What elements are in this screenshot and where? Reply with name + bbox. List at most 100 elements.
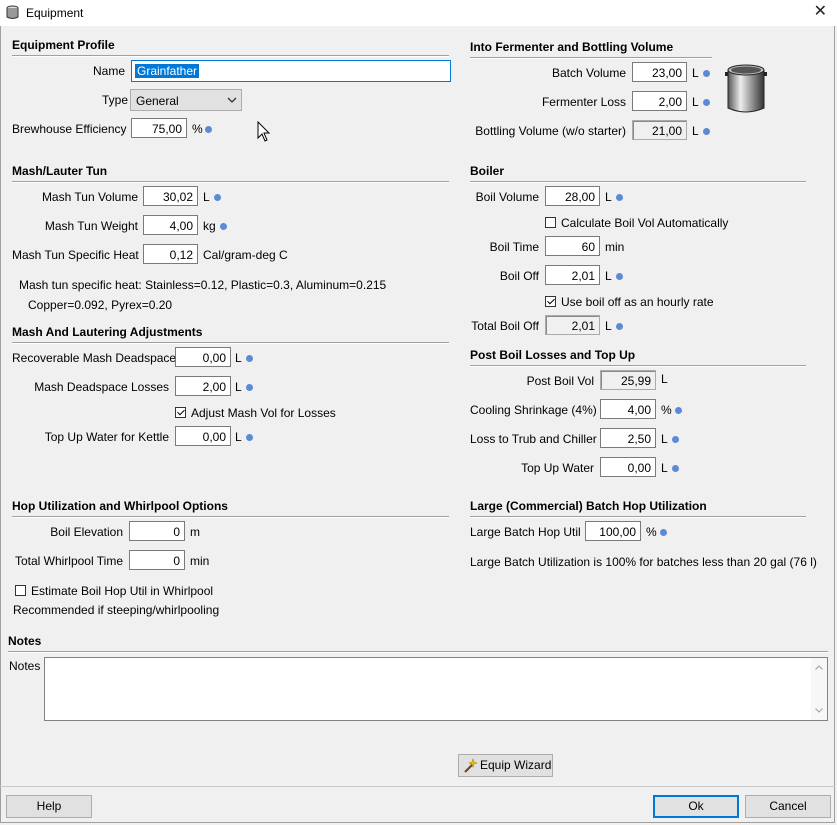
kettle-app-icon <box>6 5 19 19</box>
efficiency-input[interactable]: 75,00 <box>131 118 187 138</box>
mash-tun-weight-input[interactable]: 4,00 <box>143 215 198 235</box>
fermenter-loss-input[interactable]: 2,00 <box>632 91 687 111</box>
trub-chiller-info-icon[interactable] <box>672 436 679 443</box>
batch-volume-input[interactable]: 23,00 <box>632 62 687 82</box>
large-batch-util-info-icon[interactable] <box>660 529 667 536</box>
name-input[interactable]: Grainfather <box>131 60 451 82</box>
kettle-icon <box>725 64 767 113</box>
large-batch-util-label: Large Batch Hop Util <box>470 525 581 539</box>
section-boiler: Boiler <box>470 164 806 182</box>
calc-boil-vol-checkbox[interactable] <box>545 217 556 228</box>
topup-kettle-input[interactable]: 0,00 <box>175 426 231 446</box>
hourly-rate-label: Use boil off as an hourly rate <box>561 295 714 309</box>
chevron-down-icon <box>227 97 237 103</box>
bottling-volume-label: Bottling Volume (w/o starter) <box>475 124 626 138</box>
bottling-volume-field: 21,00 <box>632 120 687 140</box>
mash-tun-weight-info-icon[interactable] <box>220 223 227 230</box>
mash-tun-weight-unit: kg <box>203 219 216 233</box>
scroll-up-icon[interactable] <box>815 665 823 670</box>
estimate-whirlpool-label: Estimate Boil Hop Util in Whirlpool <box>31 584 214 598</box>
whirlpool-time-unit: min <box>190 554 210 568</box>
type-value: General <box>136 94 179 108</box>
topup-kettle-label: Top Up Water for Kettle <box>44 430 169 444</box>
name-value: Grainfather <box>135 64 200 78</box>
deadspace-losses-input[interactable]: 2,00 <box>175 376 231 396</box>
total-boil-off-label: Total Boil Off <box>471 319 539 333</box>
notes-textarea[interactable] <box>44 657 828 721</box>
boil-volume-unit: L <box>605 190 612 204</box>
name-label: Name <box>93 64 126 78</box>
bottling-volume-info-icon[interactable] <box>703 128 710 135</box>
trub-chiller-label: Loss to Trub and Chiller <box>470 432 597 446</box>
section-post-boil: Post Boil Losses and Top Up <box>470 348 806 366</box>
deadspace-losses-unit: L <box>235 380 242 394</box>
topup-water-input[interactable]: 0,00 <box>600 457 656 477</box>
window-title: Equipment <box>26 6 84 20</box>
batch-volume-label: Batch Volume <box>551 66 626 80</box>
large-batch-util-input[interactable]: 100,00 <box>585 521 641 541</box>
total-boil-off-info-icon[interactable] <box>616 323 623 330</box>
cooling-shrinkage-info-icon[interactable] <box>675 407 682 414</box>
deadspace-losses-info-icon[interactable] <box>246 384 253 391</box>
section-fermenter: Into Fermenter and Bottling Volume <box>470 40 712 58</box>
recoverable-deadspace-info-icon[interactable] <box>246 355 253 362</box>
cooling-shrinkage-label: Cooling Shrinkage (4%) <box>470 403 597 417</box>
estimate-whirlpool-checkbox[interactable] <box>15 585 26 596</box>
bottling-volume-unit: L <box>692 124 699 138</box>
total-boil-off-field: 2,01 <box>545 315 600 335</box>
help-button[interactable]: Help <box>6 795 92 818</box>
section-hop-utilization: Hop Utilization and Whirlpool Options <box>12 499 449 517</box>
whirlpool-time-label: Total Whirlpool Time <box>14 554 123 568</box>
recoverable-deadspace-label: Recoverable Mash Deadspace <box>12 351 177 365</box>
mash-tun-heat-label: Mash Tun Specific Heat <box>12 248 139 262</box>
mash-heat-note-line2: Copper=0.092, Pyrex=0.20 <box>28 298 173 312</box>
deadspace-losses-label: Mash Deadspace Losses <box>34 380 169 394</box>
recoverable-deadspace-unit: L <box>235 351 242 365</box>
cancel-button[interactable]: Cancel <box>745 795 831 818</box>
large-batch-note: Large Batch Utilization is 100% for batc… <box>470 555 817 569</box>
topup-water-label: Top Up Water <box>521 461 594 475</box>
mash-heat-note-line1: Mash tun specific heat: Stainless=0.12, … <box>19 278 387 292</box>
mash-tun-volume-unit: L <box>203 190 210 204</box>
mash-tun-weight-label: Mash Tun Weight <box>44 219 138 233</box>
boil-volume-input[interactable]: 28,00 <box>545 186 600 206</box>
notes-scrollbar[interactable] <box>811 658 827 720</box>
mash-tun-volume-label: Mash Tun Volume <box>41 190 138 204</box>
boil-off-unit: L <box>605 269 612 283</box>
topup-water-info-icon[interactable] <box>672 465 679 472</box>
boil-volume-info-icon[interactable] <box>616 194 623 201</box>
mash-tun-heat-input[interactable]: 0,12 <box>143 244 198 264</box>
cooling-shrinkage-input[interactable]: 4,00 <box>600 399 656 419</box>
post-boil-vol-field: 25,99 <box>600 370 656 390</box>
batch-volume-info-icon[interactable] <box>703 70 710 77</box>
efficiency-label: Brewhouse Efficiency <box>12 122 127 136</box>
boil-off-input[interactable]: 2,01 <box>545 265 600 285</box>
adjust-mash-vol-checkbox[interactable] <box>175 407 186 418</box>
trub-chiller-input[interactable]: 2,50 <box>600 428 656 448</box>
topup-kettle-info-icon[interactable] <box>246 434 253 441</box>
notes-label: Notes <box>9 659 41 673</box>
boil-time-input[interactable]: 60 <box>545 236 600 256</box>
adjust-mash-vol-label: Adjust Mash Vol for Losses <box>191 406 336 420</box>
boil-volume-label: Boil Volume <box>475 190 539 204</box>
scroll-down-icon[interactable] <box>815 708 823 713</box>
fermenter-loss-info-icon[interactable] <box>703 99 710 106</box>
batch-volume-unit: L <box>692 66 699 80</box>
cooling-shrinkage-unit: % <box>661 403 672 417</box>
boil-elevation-unit: m <box>190 525 200 539</box>
close-icon[interactable]: ✕ <box>814 3 827 21</box>
mash-tun-volume-info-icon[interactable] <box>214 194 221 201</box>
boil-off-info-icon[interactable] <box>616 273 623 280</box>
whirlpool-time-input[interactable]: 0 <box>129 550 185 570</box>
topup-kettle-unit: L <box>235 430 242 444</box>
hourly-rate-checkbox[interactable] <box>545 296 556 307</box>
boil-time-label: Boil Time <box>489 240 539 254</box>
type-select[interactable]: General <box>130 89 242 111</box>
ok-button[interactable]: Ok <box>653 795 739 818</box>
trub-chiller-unit: L <box>661 432 668 446</box>
equip-wizard-button[interactable]: Equip Wizard <box>458 754 553 777</box>
efficiency-info-icon[interactable] <box>205 126 212 133</box>
recoverable-deadspace-input[interactable]: 0,00 <box>175 347 231 367</box>
boil-elevation-input[interactable]: 0 <box>129 521 185 541</box>
mash-tun-volume-input[interactable]: 30,02 <box>143 186 198 206</box>
